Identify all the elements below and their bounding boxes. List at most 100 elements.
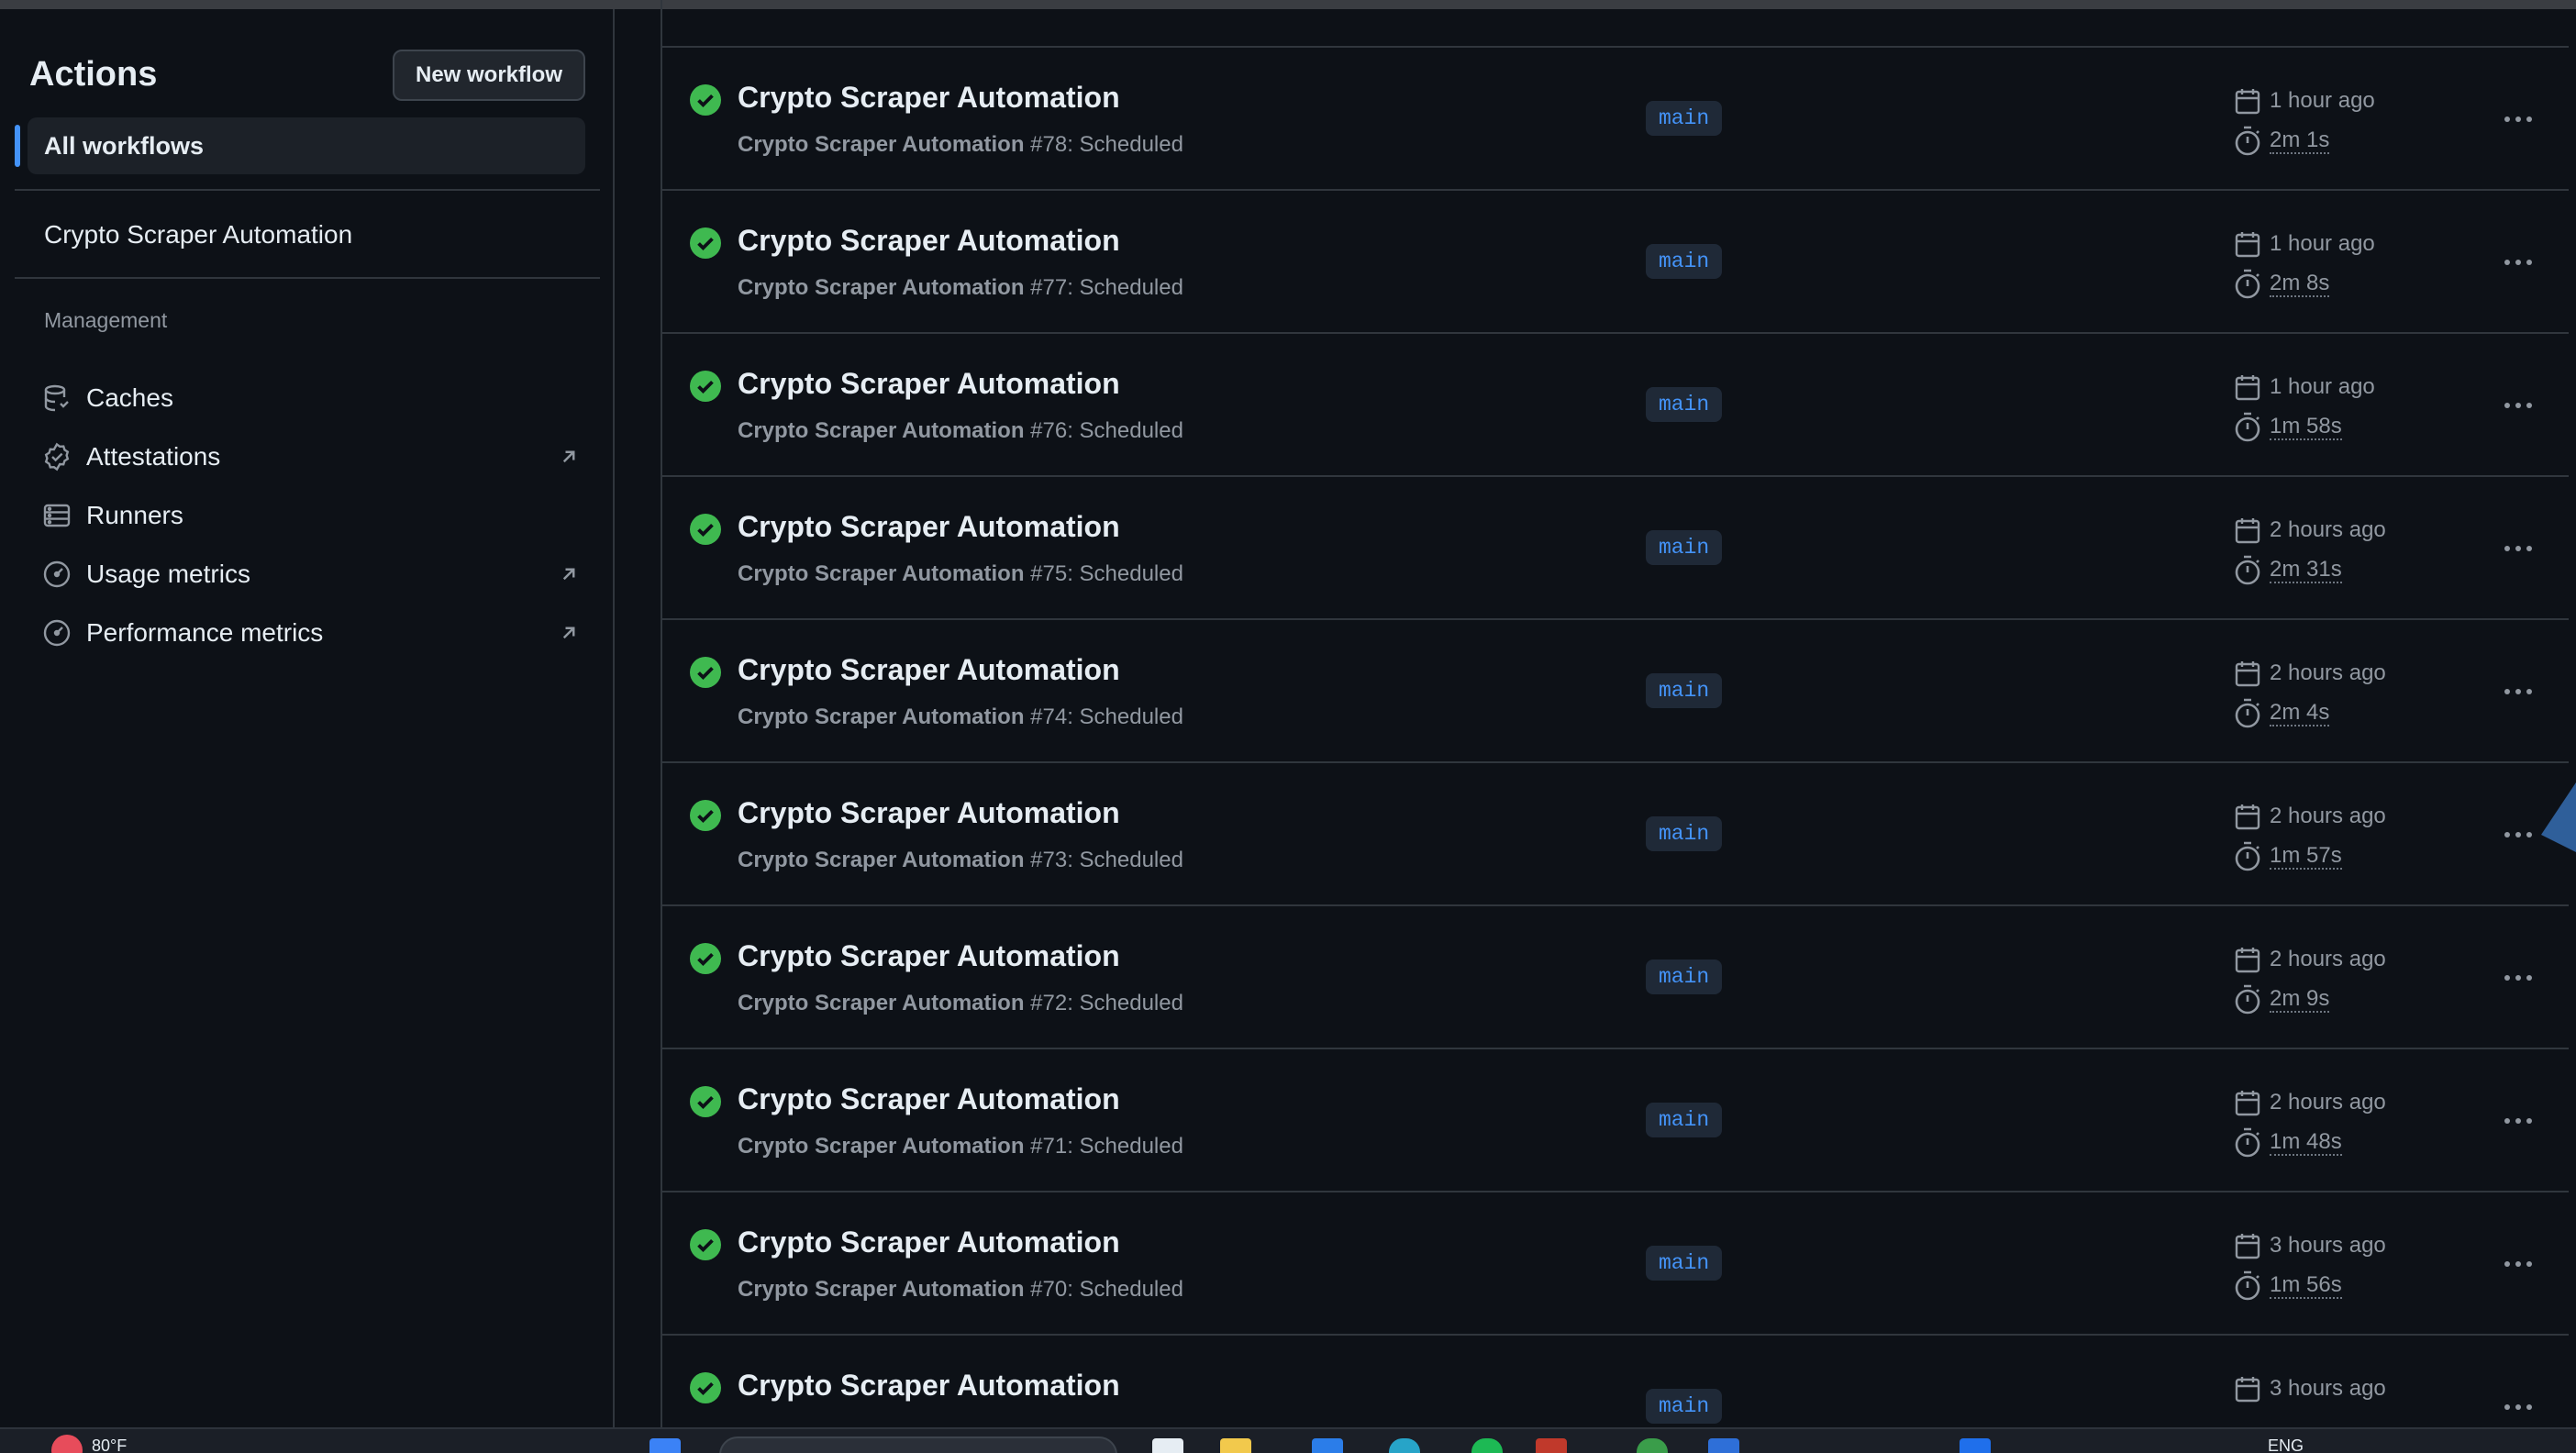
taskbar-search[interactable]: [719, 1436, 1117, 1453]
run-subtitle: Crypto Scraper Automation #70: Scheduled: [738, 1277, 1183, 1303]
kebab-menu-icon[interactable]: [2495, 242, 2541, 283]
stopwatch-icon: [2233, 840, 2262, 871]
check-circle-icon: [690, 514, 721, 545]
sidebar-item-attestations[interactable]: Attestations: [40, 431, 582, 482]
kebab-menu-icon[interactable]: [2495, 385, 2541, 426]
run-workflow-name: Crypto Scraper Automation: [738, 132, 1025, 157]
run-title[interactable]: Crypto Scraper Automation: [738, 939, 1120, 973]
sidebar-item-all-workflows[interactable]: All workflows: [15, 117, 585, 174]
run-duration: 1m 58s: [2270, 414, 2342, 440]
branch-label[interactable]: main: [1646, 1246, 1723, 1281]
run-title[interactable]: Crypto Scraper Automation: [738, 81, 1120, 115]
run-title[interactable]: Crypto Scraper Automation: [738, 653, 1120, 687]
check-circle-icon: [690, 84, 721, 116]
run-duration: 1m 57s: [2270, 843, 2342, 870]
kebab-menu-icon[interactable]: [2495, 671, 2541, 712]
app-icon[interactable]: [1536, 1438, 1567, 1453]
branch-label[interactable]: main: [1646, 673, 1723, 708]
table-row[interactable]: Crypto Scraper Automation Crypto Scraper …: [662, 763, 2569, 906]
new-workflow-button[interactable]: New workflow: [393, 50, 585, 101]
run-title[interactable]: Crypto Scraper Automation: [738, 1226, 1120, 1259]
app-icon[interactable]: [1637, 1438, 1668, 1453]
table-row[interactable]: Crypto Scraper Automation Crypto Scraper …: [662, 477, 2569, 620]
verified-icon: [40, 440, 73, 473]
app-icon[interactable]: [1312, 1438, 1343, 1453]
calendar-icon: [2233, 86, 2262, 116]
run-title[interactable]: Crypto Scraper Automation: [738, 796, 1120, 830]
run-duration: 2m 4s: [2270, 700, 2330, 726]
music-app-icon[interactable]: [1471, 1438, 1503, 1453]
sidebar-item-caches[interactable]: Caches: [40, 372, 582, 424]
run-subtitle: Crypto Scraper Automation #77: Scheduled: [738, 275, 1183, 301]
calendar-icon: [2233, 945, 2262, 974]
sidebar-item-usage-metrics[interactable]: Usage metrics: [40, 549, 582, 600]
sidebar-item-performance-metrics[interactable]: Performance metrics: [40, 607, 582, 659]
check-circle-icon: [690, 1086, 721, 1117]
run-title[interactable]: Crypto Scraper Automation: [738, 1369, 1120, 1403]
branch-label[interactable]: main: [1646, 101, 1723, 136]
stopwatch-icon: [2233, 1126, 2262, 1158]
branch-label[interactable]: main: [1646, 244, 1723, 279]
stopwatch-icon: [2233, 125, 2262, 156]
run-title[interactable]: Crypto Scraper Automation: [738, 510, 1120, 544]
external-link-icon: [556, 444, 582, 470]
kebab-menu-icon[interactable]: [2495, 528, 2541, 569]
branch-label[interactable]: main: [1646, 530, 1723, 565]
stopwatch-icon: [2233, 268, 2262, 299]
sidebar-item-label: Performance metrics: [86, 618, 324, 647]
calendar-icon: [2233, 1088, 2262, 1117]
table-row[interactable]: Crypto Scraper Automation Crypto Scraper …: [662, 334, 2569, 477]
run-time-ago: 1 hour ago: [2270, 231, 2375, 256]
table-row[interactable]: Crypto Scraper Automation Crypto Scraper …: [662, 191, 2569, 334]
start-button-icon[interactable]: [650, 1438, 681, 1453]
sidebar-item-label: Usage metrics: [86, 560, 250, 588]
app-icon[interactable]: [1152, 1438, 1183, 1453]
app-icon[interactable]: [1960, 1438, 1991, 1453]
run-title[interactable]: Crypto Scraper Automation: [738, 367, 1120, 401]
table-row[interactable]: [662, 0, 2569, 48]
branch-label[interactable]: main: [1646, 1103, 1723, 1137]
divider: [15, 189, 600, 191]
run-number: #71: Scheduled: [1030, 1134, 1183, 1159]
run-subtitle: Crypto Scraper Automation #76: Scheduled: [738, 418, 1183, 444]
branch-label[interactable]: main: [1646, 387, 1723, 422]
kebab-menu-icon[interactable]: [2495, 1387, 2541, 1427]
kebab-menu-icon[interactable]: [2495, 1101, 2541, 1141]
language-indicator[interactable]: ENG: [2268, 1436, 2304, 1453]
kebab-menu-icon[interactable]: [2495, 958, 2541, 998]
run-number: #70: Scheduled: [1030, 1277, 1183, 1302]
kebab-menu-icon[interactable]: [2495, 99, 2541, 139]
table-row[interactable]: Crypto Scraper Automation Crypto Scraper …: [662, 1049, 2569, 1192]
table-row[interactable]: Crypto Scraper Automation Crypto Scraper …: [662, 620, 2569, 763]
folder-icon[interactable]: [1220, 1438, 1251, 1453]
run-workflow-name: Crypto Scraper Automation: [738, 418, 1025, 443]
sidebar-item-workflow[interactable]: Crypto Scraper Automation: [44, 220, 352, 250]
sidebar: Actions New workflow All workflows Crypt…: [0, 9, 615, 1427]
kebab-menu-icon[interactable]: [2495, 1244, 2541, 1284]
meter-icon: [40, 616, 73, 649]
run-time-ago: 2 hours ago: [2270, 660, 2386, 685]
run-duration: 2m 8s: [2270, 271, 2330, 297]
table-row[interactable]: Crypto Scraper Automation Crypto Scraper …: [662, 906, 2569, 1049]
sidebar-item-label: All workflows: [44, 132, 205, 160]
calendar-icon: [2233, 1374, 2262, 1403]
run-workflow-name: Crypto Scraper Automation: [738, 991, 1025, 1015]
table-row[interactable]: Crypto Scraper Automation main 3 hours ag…: [662, 1336, 2569, 1427]
sidebar-item-label: Attestations: [86, 442, 221, 471]
run-title[interactable]: Crypto Scraper Automation: [738, 224, 1120, 258]
run-number: #77: Scheduled: [1030, 275, 1183, 300]
run-workflow-name: Crypto Scraper Automation: [738, 704, 1025, 729]
run-number: #76: Scheduled: [1030, 418, 1183, 443]
table-row[interactable]: Crypto Scraper Automation Crypto Scraper …: [662, 1192, 2569, 1336]
run-duration: 2m 9s: [2270, 986, 2330, 1013]
weather-icon[interactable]: [51, 1435, 83, 1453]
branch-label[interactable]: main: [1646, 816, 1723, 851]
branch-label[interactable]: main: [1646, 1389, 1723, 1424]
run-title[interactable]: Crypto Scraper Automation: [738, 1082, 1120, 1116]
branch-label[interactable]: main: [1646, 959, 1723, 994]
code-editor-icon[interactable]: [1708, 1438, 1739, 1453]
browser-icon[interactable]: [1389, 1438, 1420, 1453]
calendar-icon: [2233, 516, 2262, 545]
sidebar-item-runners[interactable]: Runners: [40, 490, 582, 541]
table-row[interactable]: Crypto Scraper Automation Crypto Scraper …: [662, 48, 2569, 191]
